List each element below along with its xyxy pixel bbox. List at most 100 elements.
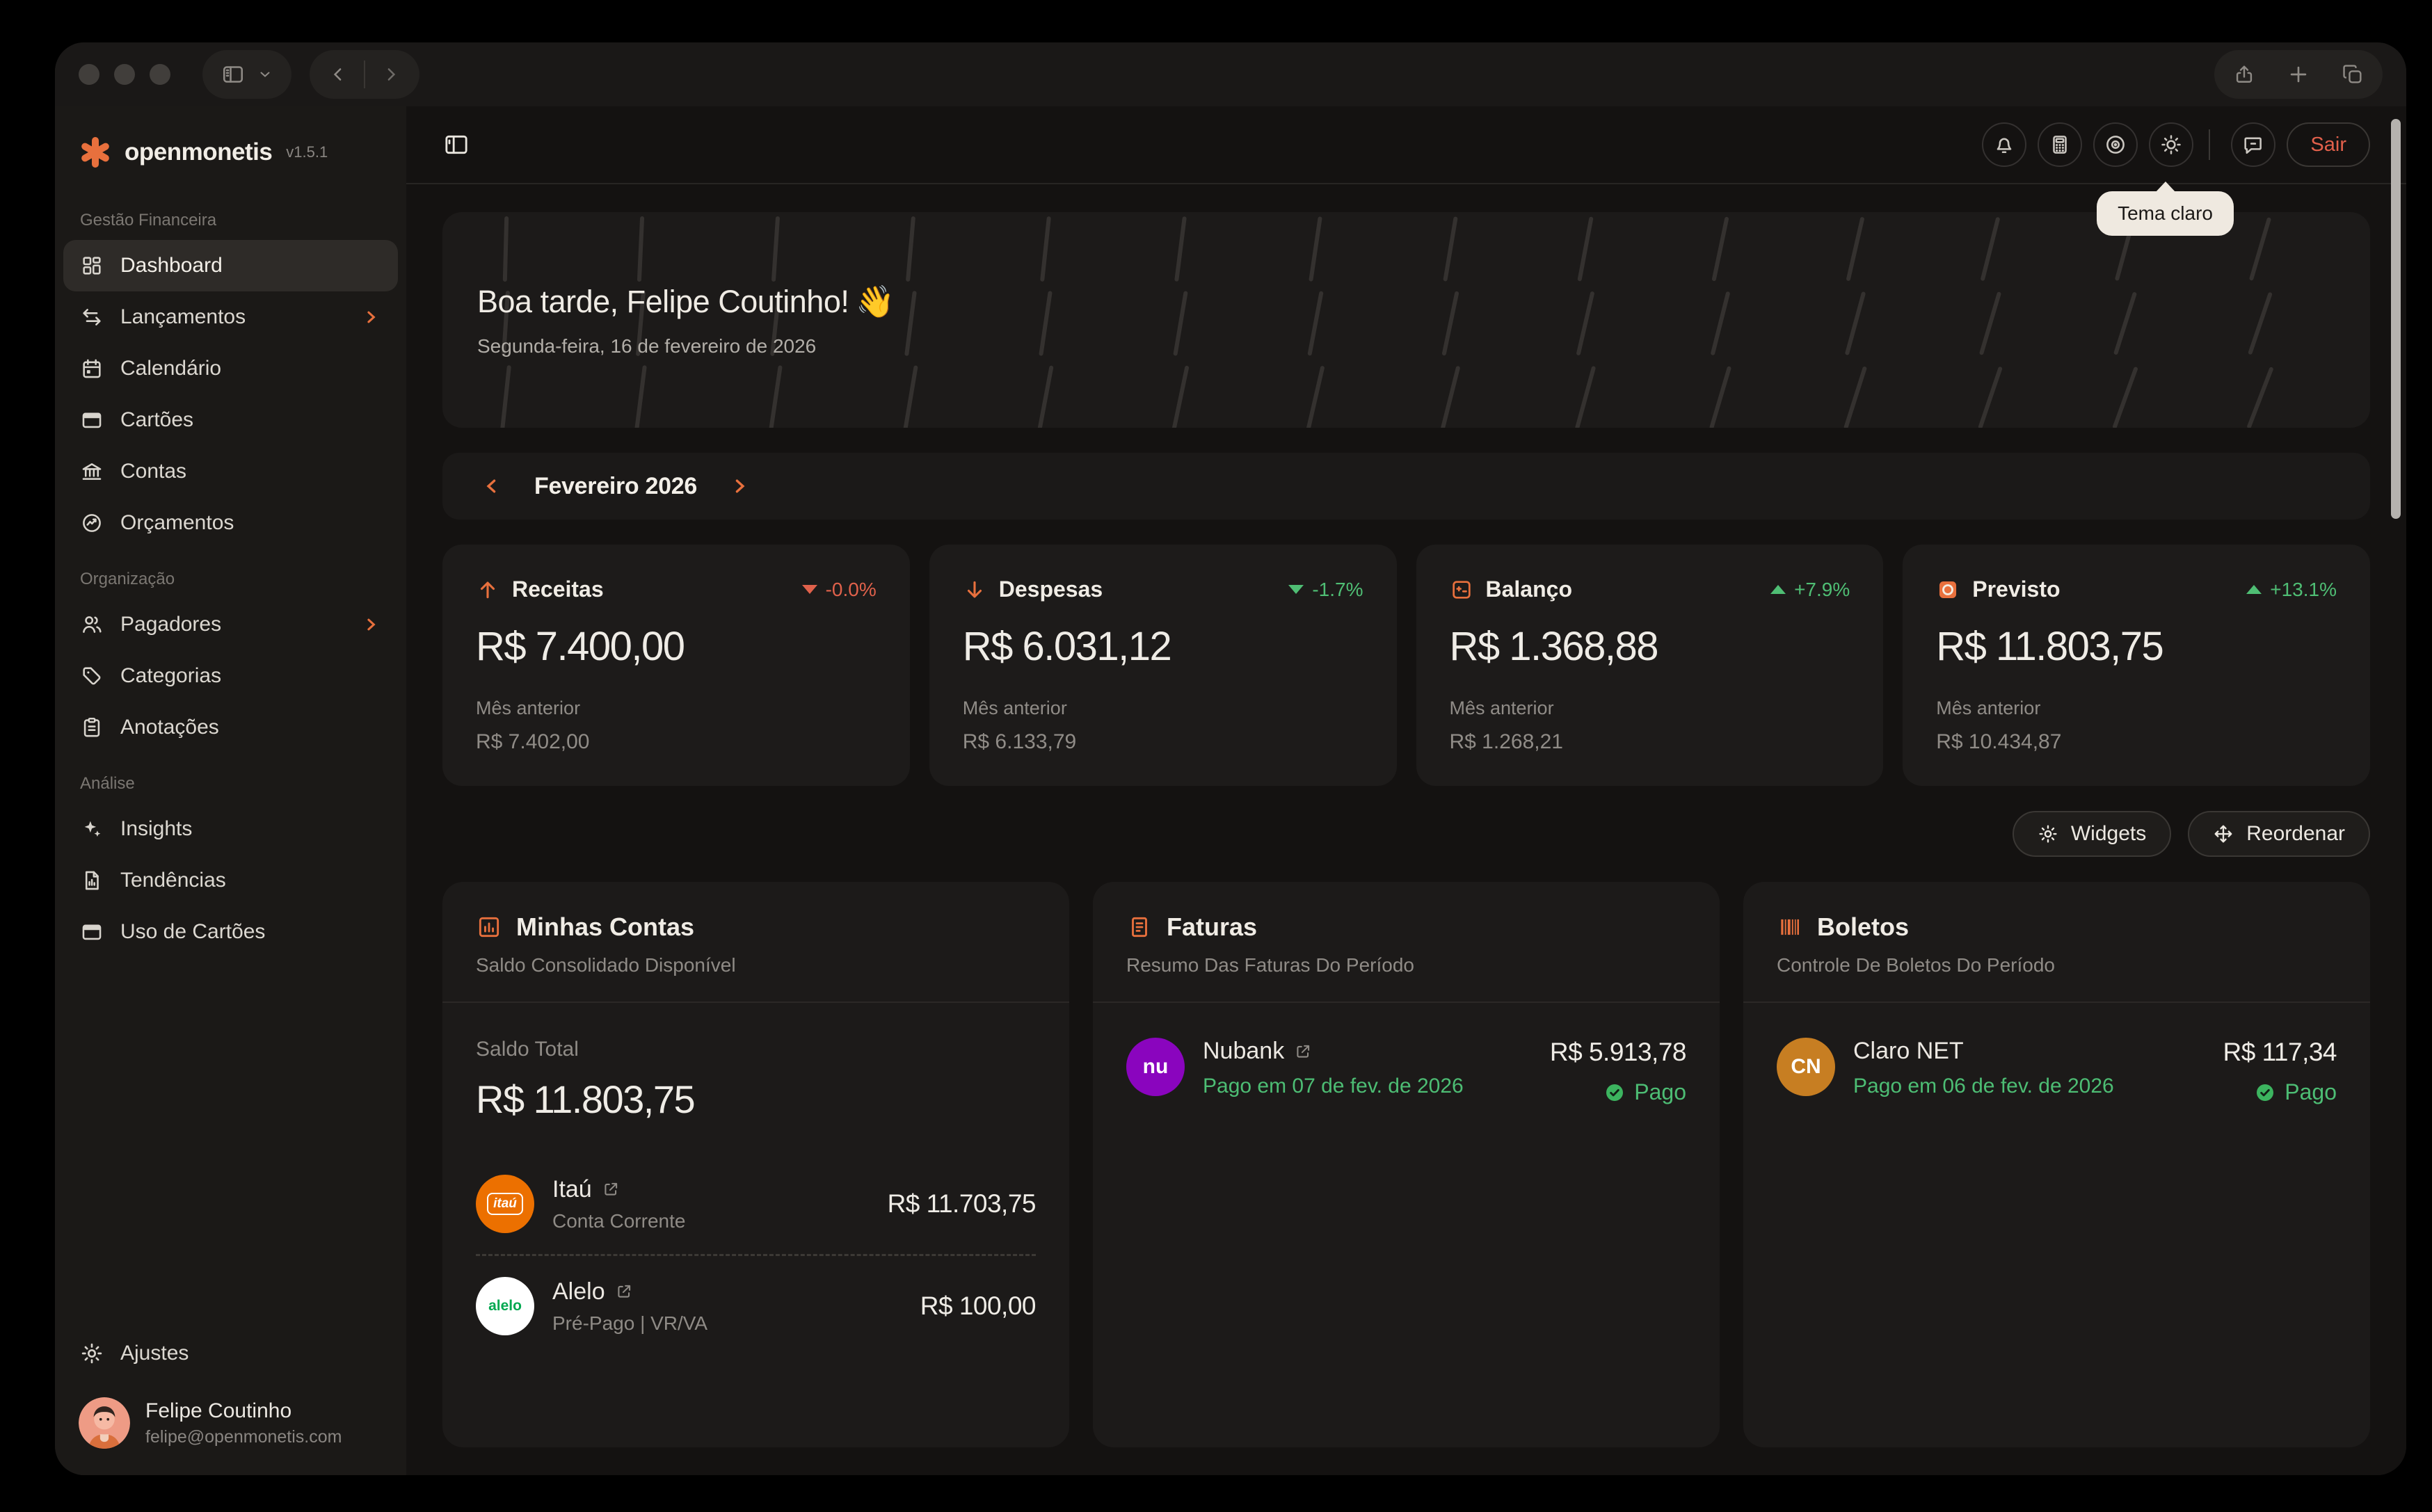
stat-title: Despesas — [999, 577, 1103, 602]
sidebar-item-label: Categorias — [120, 664, 221, 688]
arrow-down-icon — [963, 578, 986, 602]
sidebar-item-orcamentos[interactable]: Orçamentos — [63, 497, 398, 549]
status-badge: Pago — [1550, 1079, 1686, 1105]
tag-icon — [80, 664, 104, 688]
gear-icon — [2038, 823, 2058, 844]
sidebar-item-dashboard[interactable]: Dashboard — [63, 240, 398, 291]
triangle-down-icon — [1288, 585, 1304, 594]
divider — [364, 61, 365, 88]
status-badge: Pago — [2223, 1079, 2337, 1105]
theme-toggle-button[interactable] — [2149, 122, 2193, 167]
saldo-total-value: R$ 11.803,75 — [476, 1077, 1036, 1122]
sidebar-item-label: Lançamentos — [120, 305, 246, 329]
sidebar-item-tendencias[interactable]: Tendências — [63, 855, 398, 906]
stat-value: R$ 7.400,00 — [476, 623, 877, 670]
widgets-button[interactable]: Widgets — [2013, 811, 2171, 857]
notifications-button[interactable] — [1982, 122, 2026, 167]
sidebar-item-calendario[interactable]: Calendário — [63, 343, 398, 394]
stat-prev-value: R$ 7.402,00 — [476, 730, 877, 754]
divider — [476, 1254, 1036, 1256]
widget-minhas-contas: Minhas Contas Saldo Consolidado Disponív… — [442, 882, 1069, 1447]
sidebar-item-anotacoes[interactable]: Anotações — [63, 702, 398, 753]
sidebar-item-lancamentos[interactable]: Lançamentos — [63, 291, 398, 343]
user-profile[interactable]: Felipe Coutinho felipe@openmonetis.com — [63, 1379, 398, 1454]
invoice-name: Nubank — [1203, 1038, 1284, 1065]
swap-arrows-icon — [80, 305, 104, 329]
divider — [2209, 129, 2210, 160]
scrollbar-thumb[interactable] — [2391, 119, 2401, 519]
sidebar-item-insights[interactable]: Insights — [63, 803, 398, 855]
receipt-icon — [1126, 914, 1153, 940]
stat-card-receitas: Receitas -0.0% R$ 7.400,00 Mês anterior … — [442, 545, 910, 786]
feedback-button[interactable] — [2231, 122, 2275, 167]
dashboard-grid-icon — [80, 254, 104, 278]
sidebar-item-label: Uso de Cartões — [120, 920, 265, 944]
sparkles-icon — [80, 817, 104, 841]
stat-prev-label: Mês anterior — [1936, 698, 2337, 719]
logout-button[interactable]: Sair — [2287, 122, 2370, 167]
triangle-up-icon — [1770, 585, 1786, 594]
stat-card-balanco: Balanço +7.9% R$ 1.368,88 Mês anterior R… — [1416, 545, 1884, 786]
accounts-list: itaú Itaú — [476, 1175, 1036, 1335]
sidebar: openmonetis v1.5.1 Gestão Financeira Das… — [55, 106, 406, 1475]
banner-pattern — [442, 212, 2370, 428]
sidebar-item-uso-de-cartoes[interactable]: Uso de Cartões — [63, 906, 398, 958]
previous-month-button[interactable] — [480, 474, 504, 498]
minimize-window-button[interactable] — [114, 64, 135, 85]
wave-emoji: 👋 — [856, 284, 895, 319]
widget-faturas: Faturas Resumo Das Faturas Do Período nu — [1093, 882, 1720, 1447]
invoice-value: R$ 5.913,78 — [1550, 1038, 1686, 1067]
calculator-button[interactable] — [2038, 122, 2082, 167]
external-link-icon[interactable] — [1294, 1043, 1312, 1061]
sidebar-item-label: Ajustes — [120, 1342, 189, 1365]
invoice-row-nubank: nu Nubank — [1126, 1038, 1686, 1105]
zoom-window-button[interactable] — [150, 64, 170, 85]
titlebar-actions — [2214, 50, 2383, 99]
forward-icon[interactable] — [381, 64, 401, 85]
share-icon[interactable] — [2232, 63, 2256, 86]
claro-net-avatar: CN — [1777, 1038, 1835, 1096]
arrow-up-icon — [476, 578, 499, 602]
privacy-eye-button[interactable] — [2093, 122, 2138, 167]
back-icon[interactable] — [328, 64, 349, 85]
sidebar-item-categorias[interactable]: Categorias — [63, 650, 398, 702]
stat-change-badge: +13.1% — [2246, 579, 2337, 601]
widget-actions: Widgets Reordenar — [442, 811, 2370, 857]
check-circle-icon — [2254, 1081, 2276, 1104]
greeting-banner: Boa tarde, Felipe Coutinho!👋 Segunda-fei… — [442, 212, 2370, 428]
stat-title: Receitas — [512, 577, 604, 602]
stat-card-previsto: Previsto +13.1% R$ 11.803,75 Mês anterio… — [1903, 545, 2370, 786]
next-month-button[interactable] — [728, 474, 751, 498]
widget-subtitle: Resumo Das Faturas Do Período — [1126, 954, 1686, 976]
sidebar-item-cartoes[interactable]: Cartões — [63, 394, 398, 446]
widget-title: Faturas — [1167, 912, 1257, 942]
sidebar-collapse-icon[interactable] — [442, 131, 470, 159]
stat-title: Previsto — [1972, 577, 2060, 602]
account-value: R$ 100,00 — [920, 1292, 1036, 1321]
sidebar-item-contas[interactable]: Contas — [63, 446, 398, 497]
bill-name: Claro NET — [1853, 1038, 1964, 1065]
main-area: Sair Tema claro Boa tarde, Felipe Coutin… — [406, 106, 2406, 1475]
sidebar-item-pagadores[interactable]: Pagadores — [63, 599, 398, 650]
external-link-icon[interactable] — [615, 1282, 633, 1301]
chevron-right-icon — [360, 614, 381, 635]
topbar-actions: Sair — [1971, 122, 2370, 167]
bill-paid-date: Pago em 06 de fev. de 2026 — [1853, 1075, 2114, 1098]
stat-prev-label: Mês anterior — [963, 698, 1363, 719]
close-window-button[interactable] — [79, 64, 99, 85]
tab-overview-icon[interactable] — [2341, 63, 2365, 86]
app-body: openmonetis v1.5.1 Gestão Financeira Das… — [55, 106, 2406, 1475]
external-link-icon[interactable] — [602, 1180, 620, 1198]
budget-trend-icon — [80, 511, 104, 535]
reorder-button[interactable]: Reordenar — [2188, 811, 2370, 857]
sidebar-item-ajustes[interactable]: Ajustes — [63, 1328, 398, 1379]
stat-prev-value: R$ 10.434,87 — [1936, 730, 2337, 754]
new-tab-icon[interactable] — [2287, 63, 2310, 86]
stat-value: R$ 6.031,12 — [963, 623, 1363, 670]
account-type: Pré-Pago | VR/VA — [552, 1312, 707, 1335]
bill-row-claro-net: CN Claro NET Pago em 06 de fev. de 2026 — [1777, 1038, 2337, 1105]
month-selector: Fevereiro 2026 — [442, 453, 2370, 520]
browser-sidebar-toggle[interactable] — [202, 50, 291, 99]
titlebar — [55, 42, 2406, 106]
nav-history-controls — [310, 50, 419, 99]
